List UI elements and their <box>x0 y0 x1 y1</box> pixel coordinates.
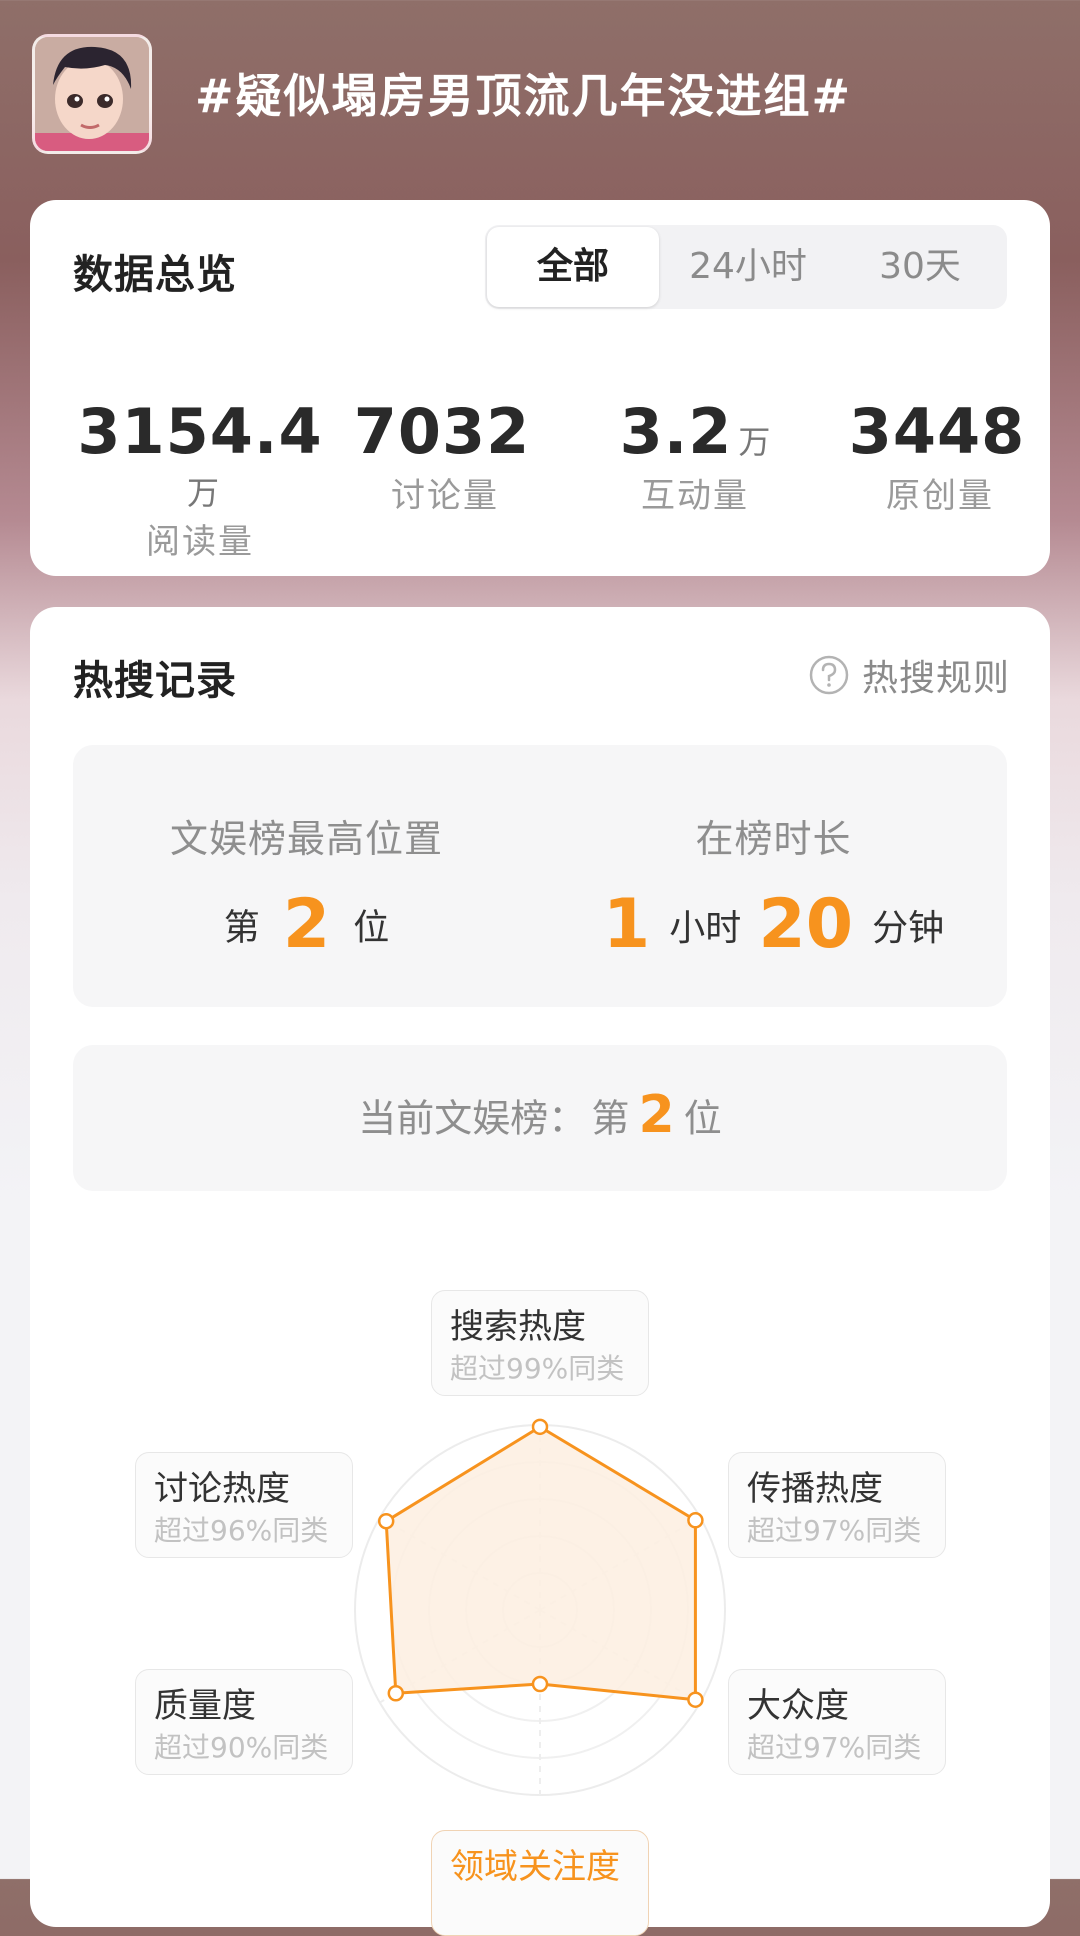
topic-avatar <box>32 34 152 154</box>
stat-originals-value: 3448 <box>848 395 1026 468</box>
radar-data-point <box>687 1512 704 1529</box>
duration-label: 在榜时长 <box>695 817 852 861</box>
hot-search-title: 热搜记录 <box>73 658 237 704</box>
radar-label-discussion-heat-name: 讨论热度 <box>154 1469 290 1509</box>
stat-originals: 3448 原创量 <box>830 395 1050 517</box>
current-ranking-prefix: 第 <box>591 1096 630 1141</box>
current-ranking-value: 2 <box>638 1085 675 1145</box>
hot-search-rules-label: 热搜规则 <box>862 658 1011 699</box>
tab-24h[interactable]: 24小时 <box>663 225 833 309</box>
duration-hours-unit: 小时 <box>669 907 742 949</box>
heat-radar-chart <box>354 1418 726 1796</box>
highest-position-prefix: 第 <box>223 907 260 949</box>
radar-label-popularity-sub: 超过97%同类 <box>747 1731 922 1764</box>
stat-interactions: 3.2 万 互动量 <box>580 395 810 517</box>
stat-discussions-value: 7032 <box>353 395 531 468</box>
stat-reads-unit: 万 <box>186 474 219 512</box>
radar-label-quality-name: 质量度 <box>154 1686 256 1726</box>
radar-label-search-heat-sub: 超过99%同类 <box>450 1352 625 1385</box>
stat-reads-label: 阅读量 <box>146 522 254 562</box>
topic-title: #疑似塌房男顶流几年没进组# <box>195 69 853 123</box>
current-ranking-label: 当前文娱榜： <box>358 1096 587 1141</box>
duration-value-row: 1 小时 20 分钟 <box>540 885 1007 964</box>
time-range-tabs: 全部 24小时 30天 <box>485 225 1007 309</box>
tab-30d[interactable]: 30天 <box>835 225 1005 309</box>
radar-data-point <box>531 1675 549 1693</box>
radar-label-search-heat-name: 搜索热度 <box>450 1307 586 1347</box>
question-circle-icon <box>809 655 849 695</box>
radar-data-point <box>531 1418 549 1436</box>
radar-label-search-heat: 搜索热度 超过99%同类 <box>431 1290 649 1396</box>
radar-data-point <box>377 1512 395 1530</box>
duration-hours: 1 <box>602 885 651 964</box>
radar-label-quality: 质量度 超过90%同类 <box>135 1669 353 1775</box>
ranking-summary-box <box>73 745 1007 1007</box>
stat-interactions-unit: 万 <box>738 423 771 461</box>
radar-label-spread-heat: 传播热度 超过97%同类 <box>728 1452 946 1558</box>
tab-all[interactable]: 全部 <box>487 227 659 307</box>
duration-minutes: 20 <box>758 885 854 964</box>
radar-label-discussion-heat-sub: 超过96%同类 <box>154 1514 329 1547</box>
radar-label-popularity-name: 大众度 <box>747 1686 849 1726</box>
stat-originals-label: 原创量 <box>886 476 994 516</box>
highest-position-value: 2 <box>282 885 331 964</box>
radar-label-spread-heat-name: 传播热度 <box>747 1469 883 1509</box>
highest-position-value-row: 第 2 位 <box>73 885 540 964</box>
radar-label-domain-attention: 领域关注度 <box>431 1830 649 1936</box>
stat-reads-value: 3154.4 <box>77 395 323 468</box>
stat-reads: 3154.4 万 阅读量 <box>70 395 330 563</box>
radar-label-discussion-heat: 讨论热度 超过96%同类 <box>135 1452 353 1558</box>
radar-label-domain-attention-name: 领域关注度 <box>450 1847 620 1887</box>
hot-search-rules-link[interactable]: 热搜规则 <box>808 652 1011 699</box>
radar-label-popularity: 大众度 超过97%同类 <box>728 1669 946 1775</box>
stat-discussions-label: 讨论量 <box>391 476 499 516</box>
radar-label-spread-heat-sub: 超过97%同类 <box>747 1514 922 1547</box>
cartoon-avatar-icon <box>35 37 149 151</box>
stat-discussions: 7032 讨论量 <box>330 395 560 517</box>
stat-interactions-value: 3.2 <box>619 395 733 468</box>
stat-interactions-label: 互动量 <box>641 476 749 516</box>
current-ranking-row: 当前文娱榜： 第 2 位 <box>73 1085 1007 1145</box>
radar-label-quality-sub: 超过90%同类 <box>154 1731 329 1764</box>
duration-minutes-unit: 分钟 <box>872 907 945 949</box>
overview-title: 数据总览 <box>73 252 237 298</box>
highest-position-label: 文娱榜最高位置 <box>169 817 443 861</box>
radar-data-point <box>687 1691 704 1708</box>
highest-position-suffix: 位 <box>353 907 390 949</box>
radar-data-point <box>387 1685 405 1702</box>
current-ranking-suffix: 位 <box>683 1096 722 1141</box>
